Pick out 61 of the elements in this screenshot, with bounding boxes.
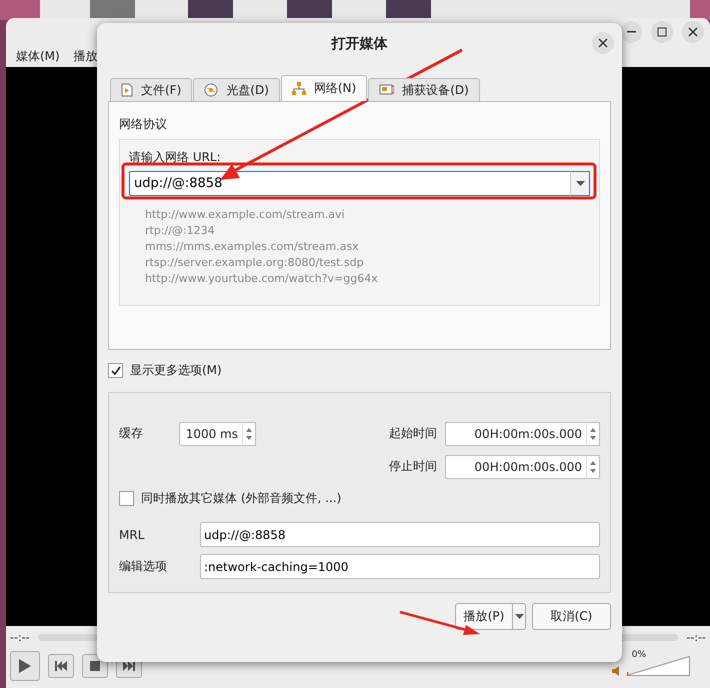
checkbox-label: 同时播放其它媒体 (外部音频文件, ...) [141, 490, 342, 507]
network-icon [292, 82, 306, 96]
menu-item[interactable]: 媒体(M) [16, 48, 60, 64]
close-button[interactable] [592, 32, 614, 54]
tab[interactable]: 网络(N) [280, 75, 368, 101]
caret-icon [514, 614, 524, 619]
field-label: 缓存 [119, 425, 144, 442]
spin-buttons[interactable] [242, 422, 256, 446]
dropdown-button[interactable] [570, 171, 590, 196]
stop-time-field[interactable]: 00H:00m:00s.000 [445, 454, 586, 478]
field-label: 请输入网络 URL: [129, 151, 221, 164]
minimize-icon [626, 30, 636, 32]
elapsed-time: --:-- [10, 630, 30, 644]
minimize-button[interactable] [620, 20, 642, 42]
stop-icon [90, 661, 100, 671]
document-icon [121, 83, 133, 97]
close-icon [688, 26, 698, 36]
checkbox-label: 显示更多选项(M) [130, 362, 222, 379]
maximize-button[interactable] [651, 20, 673, 42]
checkbox[interactable] [108, 363, 123, 378]
tab[interactable]: 光盘(D) [193, 78, 280, 102]
tab[interactable]: 文件(F) [110, 78, 192, 102]
cancel-button[interactable]: 取消(C) [532, 603, 611, 630]
play-icon [19, 659, 31, 673]
spin-buttons[interactable] [586, 422, 600, 446]
dropdown-button[interactable] [513, 603, 526, 630]
tab[interactable]: 捕获设备(D) [368, 78, 480, 102]
play-button[interactable] [10, 651, 40, 681]
spin-buttons[interactable] [586, 454, 600, 478]
example-url: mms://mms.examples.com/stream.asx [145, 239, 360, 255]
menu-item[interactable]: 播放 [74, 48, 98, 64]
field-label: 停止时间 [389, 458, 437, 475]
volume-reading: 0% [632, 650, 646, 660]
disc-icon [204, 83, 218, 97]
field-label: MRL [119, 528, 146, 542]
speaker-icon [612, 666, 620, 676]
field-label: 起始时间 [389, 425, 437, 442]
previous-button[interactable] [48, 654, 74, 678]
start-time-field[interactable]: 00H:00m:00s.000 [445, 422, 586, 446]
checkbox[interactable] [119, 491, 134, 506]
mrl-field[interactable]: udp://@:8858 [200, 522, 600, 547]
field-label: 编辑选项 [119, 558, 168, 575]
dialog-title: 打开媒体 [332, 35, 388, 53]
caret-icon [576, 181, 584, 186]
maximize-icon [657, 26, 667, 36]
previous-icon [55, 661, 67, 671]
volume-slider[interactable] [626, 656, 690, 676]
next-icon [123, 661, 135, 671]
group-title: 网络协议 [119, 116, 168, 133]
example-url: http://www.yourtube.com/watch?v=gg64x [145, 271, 379, 287]
close-button[interactable] [682, 20, 704, 42]
play-button[interactable]: 播放(P) [455, 603, 513, 630]
total-time: --:-- [686, 630, 706, 644]
options-field[interactable]: :network-caching=1000 [200, 554, 600, 579]
cache-field[interactable]: 1000 ms [179, 422, 242, 446]
example-url: rtsp://server.example.org:8080/test.sdp [145, 255, 365, 271]
capture-card-icon [379, 84, 394, 96]
close-icon [598, 38, 608, 48]
example-url: http://www.example.com/stream.avi [145, 207, 346, 223]
url-field[interactable]: udp://@:8858 [129, 171, 570, 196]
example-url: rtp://@:1234 [145, 223, 216, 239]
